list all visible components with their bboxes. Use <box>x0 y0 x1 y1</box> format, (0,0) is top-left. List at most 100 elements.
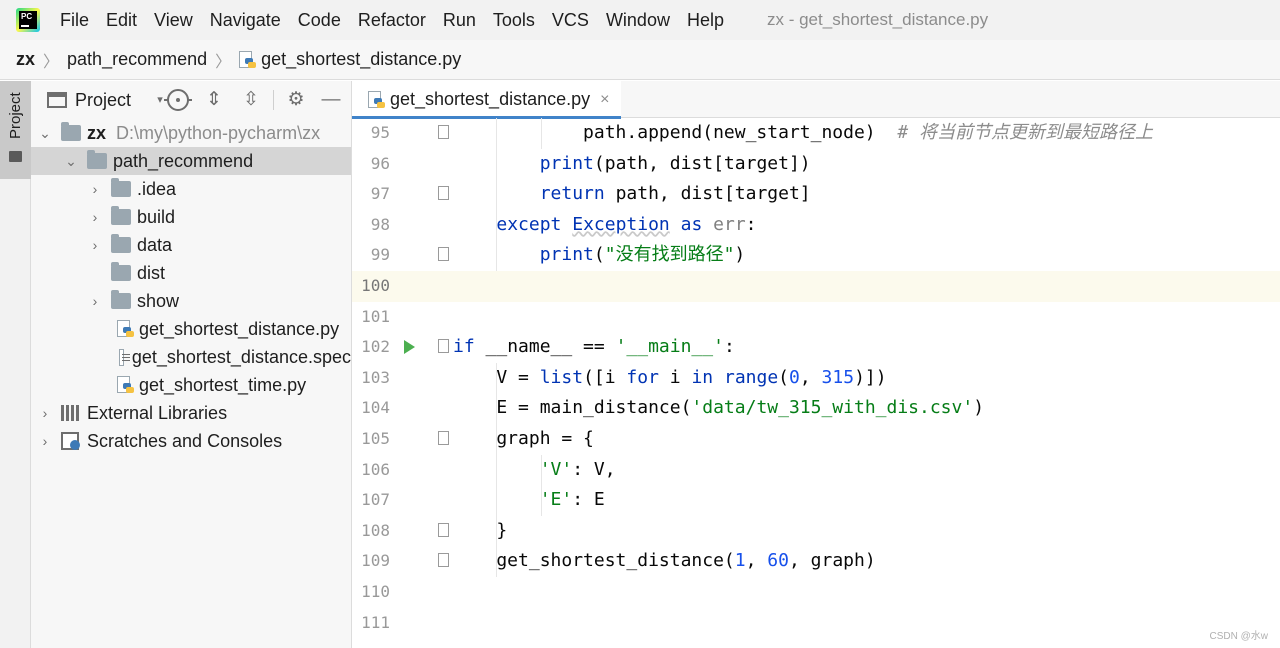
project-view-icon <box>47 92 67 108</box>
code-token: except <box>496 213 562 235</box>
menu-vcs[interactable]: VCS <box>552 10 589 31</box>
code-text: path.append(new_start_node) # 将当前节点更新到最短… <box>453 118 1153 148</box>
code-token: i <box>658 366 692 388</box>
tree-item-get-shortest-distance-py[interactable]: get_shortest_distance.py <box>31 315 351 343</box>
fold-icon[interactable] <box>438 186 449 201</box>
tree-item-idea[interactable]: › .idea <box>31 175 351 203</box>
line-number: 110 <box>361 582 390 601</box>
menu-tools[interactable]: Tools <box>493 10 535 31</box>
logo-text: PC <box>19 11 37 29</box>
project-tool-tab[interactable]: Project <box>0 81 31 179</box>
code-token: return <box>539 183 605 205</box>
menu-navigate[interactable]: Navigate <box>210 10 281 31</box>
collapse-all-icon[interactable]: ⇳ <box>241 90 261 110</box>
fold-icon[interactable] <box>438 431 449 445</box>
code-line[interactable]: 97 return path, dist[target] <box>352 179 1280 210</box>
menu-refactor[interactable]: Refactor <box>358 10 426 31</box>
code-area[interactable]: 95 path.append(new_start_node) # 将当前节点更新… <box>352 118 1280 648</box>
close-icon[interactable]: × <box>600 91 609 109</box>
code-text: } <box>453 516 507 546</box>
breadcrumb-file[interactable]: get_shortest_distance.py <box>261 49 461 70</box>
project-panel-header: Project ▾ ⇕ ⇳ ⚙ — <box>31 81 351 119</box>
code-line[interactable]: 111 <box>352 608 1280 639</box>
code-token: path, dist[target] <box>604 183 811 205</box>
chevron-right-icon[interactable]: › <box>39 405 51 421</box>
code-line[interactable]: 110 <box>352 577 1280 608</box>
project-tab-label: Project <box>7 92 24 139</box>
code-token: , <box>799 366 822 388</box>
tree-item-data[interactable]: › data <box>31 231 351 259</box>
folder-icon <box>111 178 131 197</box>
folder-icon <box>111 206 131 225</box>
breadcrumb-folder[interactable]: path_recommend <box>67 49 207 70</box>
indent-guide <box>496 362 497 577</box>
code-line[interactable]: 105 graph = { <box>352 424 1280 455</box>
library-icon <box>61 405 81 421</box>
fold-icon[interactable] <box>438 339 449 354</box>
chevron-down-icon[interactable]: ⌄ <box>39 125 51 142</box>
fold-icon[interactable] <box>438 522 449 537</box>
code-line[interactable]: 99 print("没有找到路径") <box>352 240 1280 271</box>
tree-item-get-shortest-distance-spec[interactable]: get_shortest_distance.spec <box>31 343 351 371</box>
code-text: if __name__ == '__main__': <box>453 332 735 362</box>
gear-icon[interactable]: ⚙ <box>286 90 306 110</box>
tree-item-dist[interactable]: dist <box>31 259 351 287</box>
fold-icon[interactable] <box>438 553 449 568</box>
tree-item-zx[interactable]: ⌄ zx D:\my\python-pycharm\zx <box>31 119 351 147</box>
code-token: : <box>723 336 735 358</box>
folder-icon <box>9 151 22 162</box>
tree-item-label: zx <box>87 122 107 143</box>
project-panel-title[interactable]: Project <box>75 90 131 111</box>
menu-edit[interactable]: Edit <box>106 10 137 31</box>
editor-tab-get-shortest-distance[interactable]: get_shortest_distance.py × <box>352 81 621 119</box>
menu-window[interactable]: Window <box>606 10 670 31</box>
breadcrumb-root[interactable]: zx <box>16 49 35 70</box>
code-line[interactable]: 107 'E': E <box>352 485 1280 516</box>
code-line[interactable]: 106 'V': V, <box>352 455 1280 486</box>
chevron-down-icon[interactable]: ⌄ <box>65 153 77 170</box>
chevron-right-icon[interactable]: › <box>89 209 101 225</box>
expand-all-icon[interactable]: ⇕ <box>204 90 224 110</box>
tree-item-get-shortest-time-py[interactable]: get_shortest_time.py <box>31 371 351 399</box>
menu-help[interactable]: Help <box>687 10 724 31</box>
menu-file[interactable]: File <box>60 10 89 31</box>
hide-icon[interactable]: — <box>321 90 341 110</box>
code-line[interactable]: 108 } <box>352 516 1280 547</box>
tree-item-path-recommend[interactable]: ⌄ path_recommend <box>31 147 351 175</box>
code-line[interactable]: 101 <box>352 302 1280 333</box>
locate-icon[interactable] <box>164 89 192 111</box>
code-line[interactable]: 102 if __name__ == '__main__': <box>352 332 1280 363</box>
chevron-right-icon[interactable]: › <box>89 237 101 253</box>
tree-item-scratches[interactable]: › Scratches and Consoles <box>31 427 351 455</box>
tree-item-show[interactable]: › show <box>31 287 351 315</box>
tree-item-build[interactable]: › build <box>31 203 351 231</box>
run-icon[interactable] <box>404 340 415 355</box>
code-line[interactable]: 96 print(path, dist[target]) <box>352 149 1280 180</box>
line-number: 95 <box>370 123 390 142</box>
code-line[interactable]: 104 E = main_distance('data/tw_315_with_… <box>352 393 1280 424</box>
code-line[interactable]: 103 V = list([i for i in range(0, 315)]) <box>352 363 1280 394</box>
tree-item-label: get_shortest_time.py <box>139 374 307 395</box>
line-number: 99 <box>370 245 390 265</box>
fold-icon[interactable] <box>438 247 449 262</box>
code-line[interactable]: 100 <box>352 271 1280 302</box>
code-token: "没有找到路径" <box>604 244 735 266</box>
code-editor: get_shortest_distance.py × 95 path.appen… <box>352 81 1280 648</box>
chevron-right-icon[interactable]: › <box>89 181 101 197</box>
chevron-right-icon[interactable]: › <box>89 293 101 309</box>
code-text: except Exception as err: <box>453 210 756 240</box>
code-line[interactable]: 95 path.append(new_start_node) # 将当前节点更新… <box>352 118 1280 149</box>
chevron-right-icon[interactable]: › <box>39 433 51 449</box>
menu-run[interactable]: Run <box>443 10 476 31</box>
code-line[interactable]: 98 except Exception as err: <box>352 210 1280 241</box>
tree-item-label: dist <box>137 262 166 283</box>
code-text: return path, dist[target] <box>453 179 811 209</box>
tree-item-label: data <box>137 234 173 255</box>
tree-item-external-libraries[interactable]: › External Libraries <box>31 399 351 427</box>
menu-code[interactable]: Code <box>298 10 341 31</box>
code-line[interactable]: 109 get_shortest_distance(1, 60, graph) <box>352 546 1280 577</box>
menu-view[interactable]: View <box>154 10 193 31</box>
fold-icon[interactable] <box>438 125 449 139</box>
